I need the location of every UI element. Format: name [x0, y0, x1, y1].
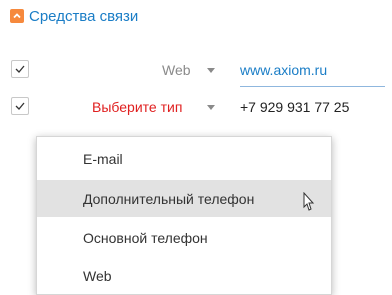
dropdown-option-main-phone[interactable]: Основной телефон	[37, 219, 331, 256]
checkmark-icon	[15, 65, 25, 73]
row-checkbox[interactable]	[11, 97, 29, 115]
checkmark-icon	[15, 102, 25, 110]
chevron-down-icon[interactable]	[207, 105, 215, 110]
section-header[interactable]: Средства связи	[10, 6, 138, 26]
type-dropdown-menu: E-mail Дополнительный телефон Основной т…	[36, 136, 332, 295]
contact-value-field[interactable]: www.axiom.ru	[240, 62, 327, 78]
collapse-icon[interactable]	[10, 9, 24, 23]
field-underline	[240, 86, 385, 87]
chevron-down-icon[interactable]	[207, 68, 215, 73]
dropdown-option-email[interactable]: E-mail	[37, 140, 331, 177]
contact-type-select[interactable]: Web	[162, 62, 191, 78]
mouse-pointer-icon	[303, 192, 315, 211]
row-checkbox[interactable]	[11, 60, 29, 78]
contact-value-field[interactable]: +7 929 931 77 25	[240, 99, 349, 115]
dropdown-option-additional-phone[interactable]: Дополнительный телефон	[37, 180, 331, 217]
dropdown-option-web[interactable]: Web	[37, 257, 331, 294]
section-title: Средства связи	[29, 7, 139, 25]
contact-type-select[interactable]: Выберите тип	[92, 99, 182, 115]
